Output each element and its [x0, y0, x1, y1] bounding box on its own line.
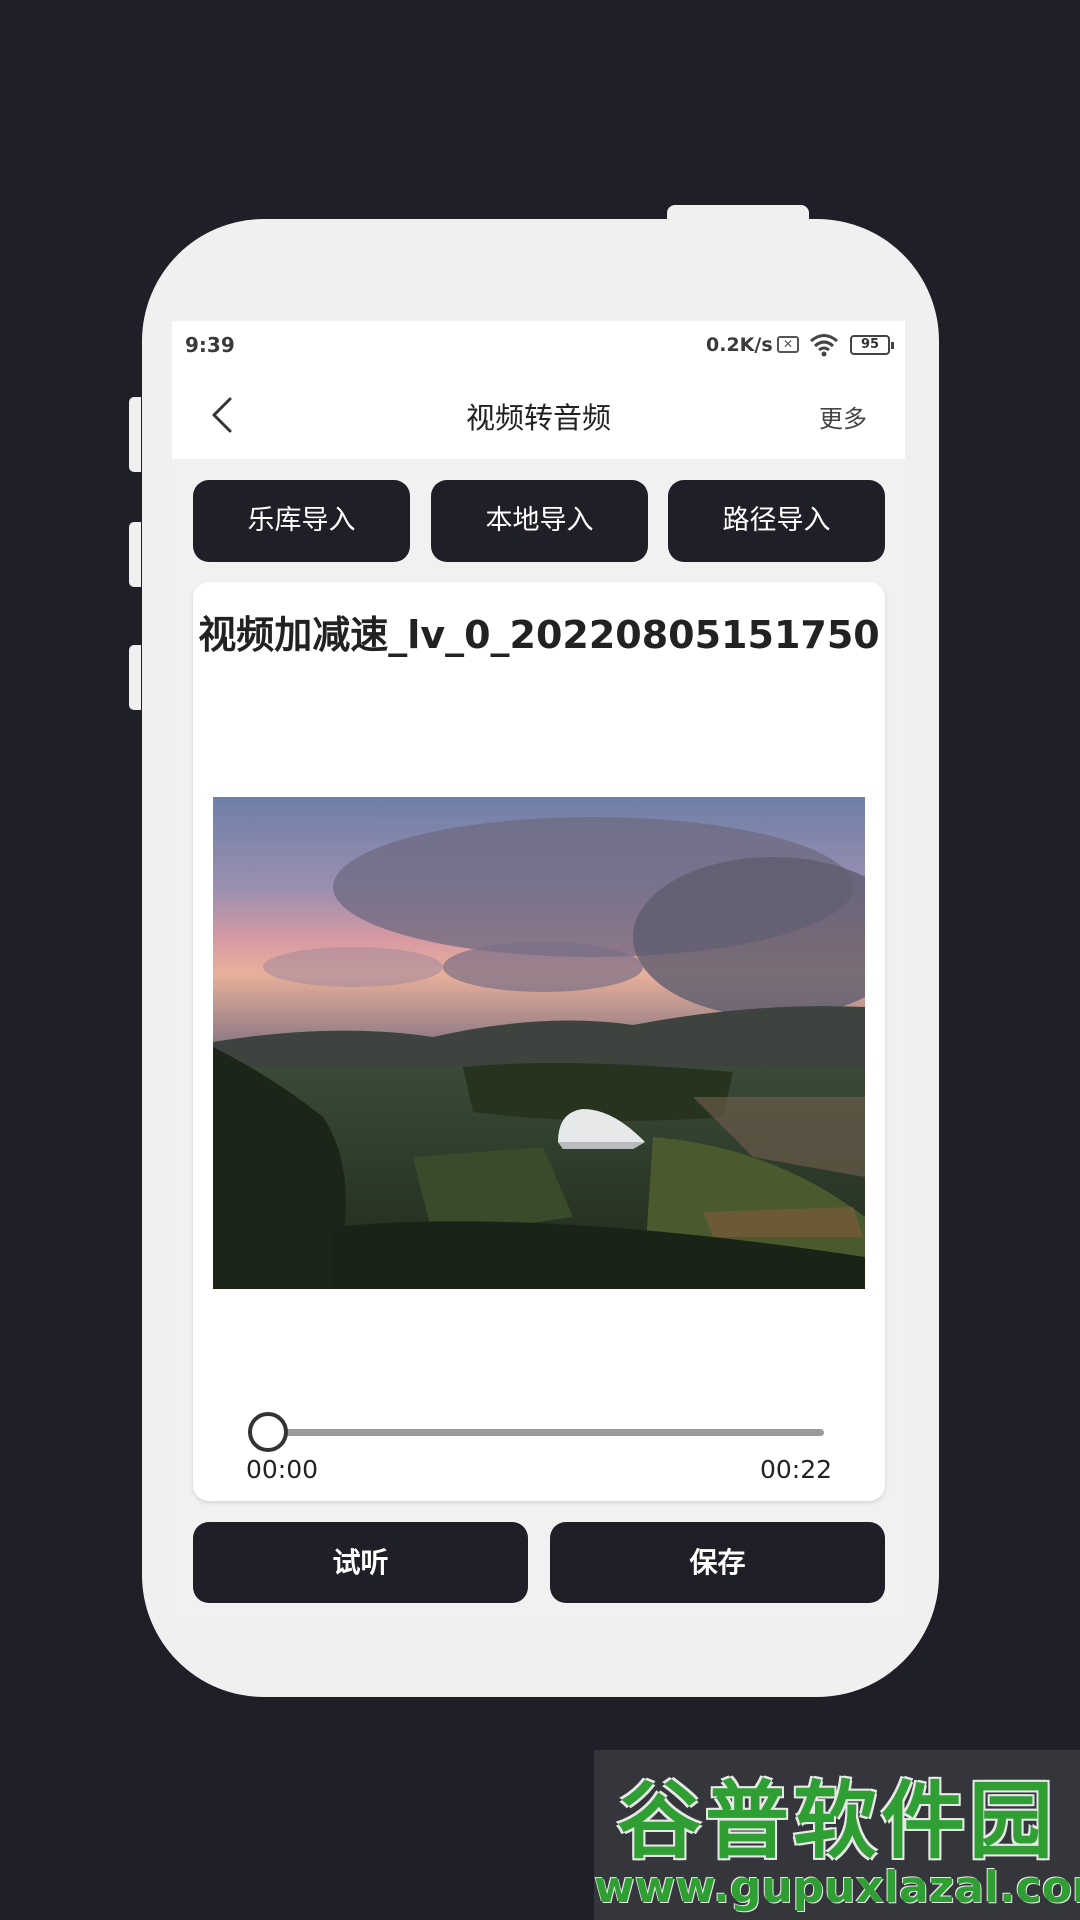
video-preview[interactable]: [213, 797, 865, 1289]
current-time: 00:00: [246, 1455, 319, 1484]
phone-side-button: [129, 522, 141, 587]
local-import-button[interactable]: 本地导入: [431, 480, 648, 562]
title-bar: 视频转音频 更多: [172, 371, 905, 459]
page-title: 视频转音频: [465, 401, 611, 435]
file-name: 视频加减速_lv_0_20220805151750: [198, 613, 880, 657]
watermark: 谷普软件园 www.gupuxlazal.com: [594, 1750, 1080, 1920]
phone-side-button: [129, 645, 141, 710]
watermark-logo: 谷普软件园: [616, 1772, 1057, 1870]
seek-thumb[interactable]: [248, 1412, 288, 1452]
status-bar: 9:39 0.2K/s ✕ 95: [172, 321, 905, 371]
seek-bar[interactable]: [248, 1412, 824, 1452]
more-button[interactable]: 更多: [819, 399, 867, 434]
battery-icon: 95: [850, 335, 894, 355]
save-button[interactable]: 保存: [550, 1522, 885, 1603]
path-import-button[interactable]: 路径导入: [668, 480, 885, 562]
no-sim-icon: ✕: [777, 336, 799, 353]
status-time: 9:39: [185, 333, 235, 357]
library-import-button[interactable]: 乐库导入: [193, 480, 410, 562]
preview-button[interactable]: 试听: [193, 1522, 528, 1603]
network-speed: 0.2K/s: [706, 334, 773, 356]
landscape-thumbnail: [213, 797, 865, 1289]
phone-side-button: [129, 397, 141, 472]
wifi-icon: [810, 334, 838, 357]
video-card: 视频加减速_lv_0_20220805151750 00:00 00:22: [193, 582, 885, 1501]
stage: 9:39 0.2K/s ✕ 95 视频转音频 更多 乐库导入 本地导入 路径导入…: [0, 0, 1080, 1920]
phone-screen: 9:39 0.2K/s ✕ 95 视频转音频 更多 乐库导入 本地导入 路径导入…: [172, 321, 905, 1619]
total-time: 00:22: [759, 1455, 832, 1484]
watermark-url: www.gupuxlazal.com: [594, 1862, 1080, 1913]
